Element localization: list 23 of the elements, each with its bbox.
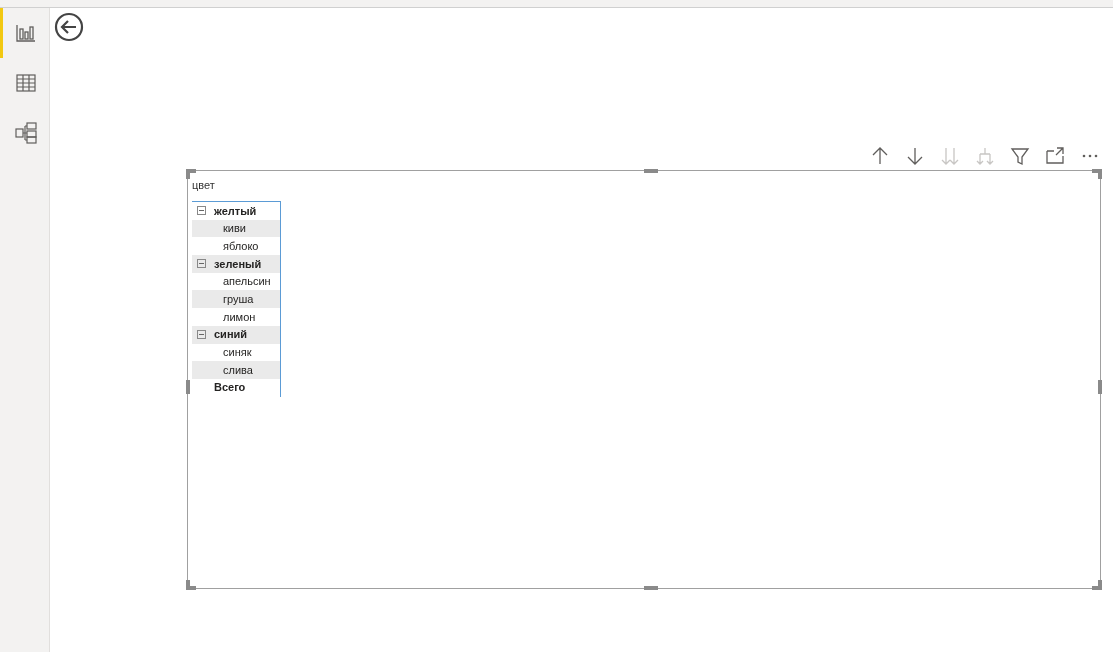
back-icon[interactable] — [54, 12, 84, 42]
table-icon — [16, 74, 36, 92]
row-header: лимон — [223, 309, 256, 325]
row-header: апельсин — [223, 274, 271, 290]
row-header: зеленый — [214, 256, 262, 272]
focus-mode-icon[interactable] — [1045, 146, 1065, 166]
collapse-icon[interactable] — [197, 330, 206, 340]
collapse-icon[interactable] — [197, 206, 206, 216]
down-arrow-icon[interactable] — [905, 146, 925, 166]
row-header: синий — [214, 327, 248, 343]
row-header: желтый — [214, 203, 257, 219]
row-header: яблоко — [223, 238, 259, 254]
up-arrow-icon[interactable] — [870, 146, 890, 166]
row-header: киви — [223, 221, 246, 237]
model-icon — [15, 122, 37, 144]
column-header: цвет — [192, 178, 216, 193]
bar-chart-icon — [16, 24, 36, 42]
collapse-icon[interactable] — [197, 259, 206, 269]
filter-icon[interactable] — [1010, 146, 1030, 166]
row-header: слива — [223, 362, 253, 378]
row-header: синяк — [223, 345, 252, 361]
total-label: Всего — [214, 380, 246, 396]
row-header: груша — [223, 292, 254, 308]
